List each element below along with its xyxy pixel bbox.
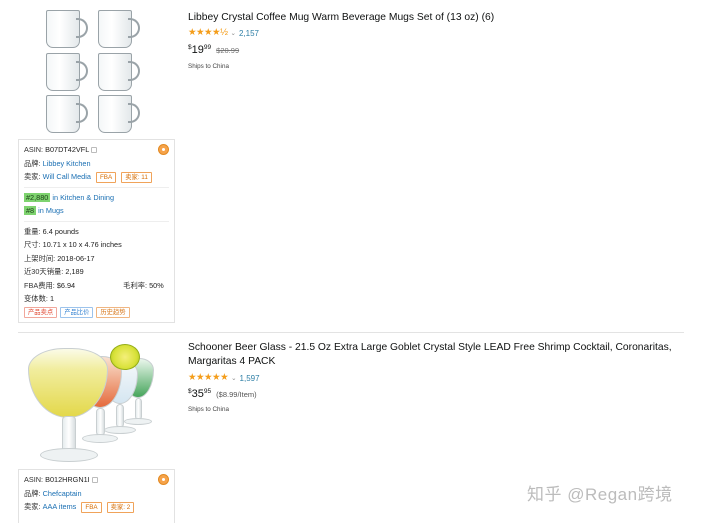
lime-slice xyxy=(110,344,140,370)
variants-value: 1 xyxy=(49,294,55,303)
star-rating[interactable]: ★★★★★ xyxy=(188,373,229,383)
chevron-down-icon[interactable]: ⌄ xyxy=(231,374,236,382)
divider xyxy=(24,186,169,188)
list-price: $20.99 xyxy=(216,46,240,55)
rank-row-1: #2,880 in Kitchen & Dining xyxy=(24,191,169,205)
watermark: 知乎 @Regan跨境 xyxy=(527,485,673,504)
search-result-1: ASIN: B07DT42VFL 品牌: Libbey Kitchen 卖家: … xyxy=(0,0,720,332)
product-image-mugs[interactable] xyxy=(18,4,173,138)
mug-illustration xyxy=(46,53,88,93)
asin-label: ASIN: xyxy=(24,145,44,154)
seller-label: 卖家: xyxy=(24,172,41,181)
brand-label: 品牌: xyxy=(24,488,41,498)
rating-row: ★★★★★ ⌄ 1,597 xyxy=(188,373,260,383)
price-whole: 35 xyxy=(191,388,204,400)
fba-tag: FBA xyxy=(81,502,102,513)
coin-icon[interactable] xyxy=(158,144,169,155)
margin-label: 毛利率: xyxy=(123,280,148,290)
seller-tool-info-box: ASIN: B012HRGN1I 品牌: Chefcaptain 卖家: AAA… xyxy=(18,469,175,523)
brand-link[interactable]: Libbey Kitchen xyxy=(43,159,91,168)
compare-button[interactable]: 产品比价 xyxy=(60,307,94,318)
price[interactable]: $1999 $20.99 xyxy=(188,44,239,56)
size-label: 尺寸: xyxy=(24,240,41,249)
margin-value: 50% xyxy=(149,280,164,290)
listed-row: 上架时间: 2018-06-17 xyxy=(24,252,169,266)
brand-link[interactable]: Chefcaptain xyxy=(43,489,82,498)
weight-label: 重量: xyxy=(24,226,41,236)
listed-label: 上架时间: xyxy=(24,253,56,263)
seller-row: 卖家: AAA items FBA 卖家: 2 xyxy=(24,500,169,514)
sales-row: 近30天销量: 2,189 xyxy=(24,265,169,279)
weight-value: 6.4 pounds xyxy=(42,226,79,236)
size-row: 尺寸: 10.71 x 10 x 4.76 inches xyxy=(24,238,169,252)
star-rating[interactable]: ★★★★½ xyxy=(188,28,228,38)
rank-row-2: #8 in Mugs xyxy=(24,204,169,218)
brand-label: 品牌: xyxy=(24,158,41,168)
highlights-button[interactable]: 产品卖点 xyxy=(24,307,58,318)
shipping-info: Ships to China xyxy=(188,406,229,413)
shipping-info: Ships to China xyxy=(188,63,229,70)
mug-illustration xyxy=(46,10,88,50)
weight-row: 重量: 6.4 pounds xyxy=(24,225,169,239)
brand-row: 品牌: Chefcaptain xyxy=(24,487,169,501)
rank-badge: #8 xyxy=(24,206,37,215)
price-fraction: 99 xyxy=(203,44,212,51)
product-title-link[interactable]: Schooner Beer Glass - 21.5 Oz Extra Larg… xyxy=(188,341,688,369)
fba-tag: FBA xyxy=(95,172,117,183)
mug-illustration xyxy=(98,10,140,50)
listed-value: 2018-06-17 xyxy=(57,253,95,263)
seller-link[interactable]: Will Call Media xyxy=(43,172,91,181)
chevron-down-icon[interactable]: ⌄ xyxy=(231,29,236,37)
rank-category-link[interactable]: in Mugs xyxy=(38,206,64,215)
rating-count-link[interactable]: 1,597 xyxy=(240,374,260,383)
tool-buttons: 产品卖点 产品比价 历史趋势 xyxy=(24,307,130,318)
brand-row: 品牌: Libbey Kitchen xyxy=(24,157,169,171)
mug-illustration xyxy=(46,95,88,135)
price-whole: 19 xyxy=(191,44,204,56)
asin-row: ASIN: B012HRGN1I xyxy=(24,473,169,487)
product-title-link[interactable]: Libbey Crystal Coffee Mug Warm Beverage … xyxy=(188,11,688,25)
variants-row: 变体数: 1 xyxy=(24,292,169,306)
copy-icon[interactable] xyxy=(91,477,98,483)
price[interactable]: $3595 ($8.99/Item) xyxy=(188,388,257,400)
asin-value[interactable]: B012HRGN1I xyxy=(45,475,90,484)
sales-label: 近30天销量: xyxy=(24,267,64,276)
copy-icon[interactable] xyxy=(91,147,98,153)
seller-link[interactable]: AAA items xyxy=(43,502,77,511)
asin-value[interactable]: B07DT42VFL xyxy=(45,145,89,154)
seller-tool-info-box: ASIN: B07DT42VFL 品牌: Libbey Kitchen 卖家: … xyxy=(18,139,175,323)
fba-fee-value: $6.94 xyxy=(56,280,76,290)
rank-badge: #2,880 xyxy=(24,192,51,202)
size-value: 10.71 x 10 x 4.76 inches xyxy=(42,240,122,249)
rating-count-link[interactable]: 2,157 xyxy=(239,29,259,38)
history-button[interactable]: 历史趋势 xyxy=(96,307,130,318)
unit-price: ($8.99/Item) xyxy=(216,390,257,399)
seller-label: 卖家: xyxy=(24,502,41,511)
product-image-goblets[interactable] xyxy=(18,338,173,467)
coin-icon[interactable] xyxy=(158,474,169,485)
asin-row: ASIN: B07DT42VFL xyxy=(24,143,169,157)
mug-illustration xyxy=(98,53,140,93)
seller-row: 卖家: Will Call Media FBA 卖家: 11 xyxy=(24,170,169,184)
mug-illustration xyxy=(98,95,140,135)
seller-count-tag[interactable]: 卖家: 2 xyxy=(106,502,135,513)
fba-fee-label: FBA费用: xyxy=(24,280,55,290)
price-fraction: 95 xyxy=(203,388,212,395)
asin-label: ASIN: xyxy=(24,475,44,484)
sales-value: 2,189 xyxy=(65,267,84,276)
divider xyxy=(24,220,169,222)
rating-row: ★★★★½ ⌄ 2,157 xyxy=(188,28,259,38)
rank-category-link[interactable]: in Kitchen & Dining xyxy=(52,193,114,202)
variants-label: 变体数: xyxy=(24,294,48,303)
fee-row: FBA费用: $6.94 毛利率: 50% xyxy=(24,279,169,293)
seller-count-tag[interactable]: 卖家: 11 xyxy=(121,172,152,183)
result-divider xyxy=(18,332,684,333)
